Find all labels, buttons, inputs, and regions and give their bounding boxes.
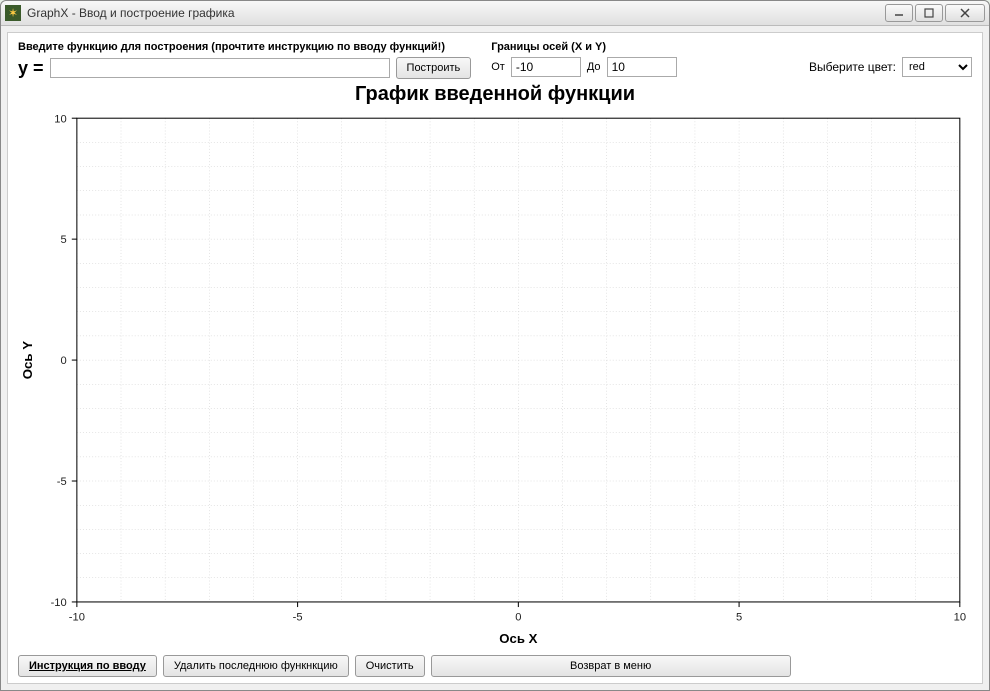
svg-text:0: 0 bbox=[60, 355, 66, 367]
svg-text:10: 10 bbox=[54, 113, 66, 125]
titlebar[interactable]: ✶ GraphX - Ввод и построение графика bbox=[1, 1, 989, 26]
minimize-button[interactable] bbox=[885, 4, 913, 22]
color-select[interactable]: red bbox=[902, 57, 972, 77]
back-to-menu-button[interactable]: Возврат в меню bbox=[431, 655, 791, 677]
svg-text:-10: -10 bbox=[51, 597, 67, 609]
app-icon: ✶ bbox=[5, 5, 21, 21]
build-button[interactable]: Построить bbox=[396, 57, 472, 79]
axis-from-input[interactable] bbox=[511, 57, 581, 77]
function-input[interactable] bbox=[50, 58, 390, 78]
color-group: Выберите цвет: red bbox=[809, 41, 972, 77]
clear-button[interactable]: Очистить bbox=[355, 655, 425, 677]
function-label: Введите функцию для построения (прочтите… bbox=[18, 41, 471, 53]
content-panel: Введите функцию для построения (прочтите… bbox=[7, 32, 983, 684]
axis-group: Границы осей (X и Y) От До bbox=[491, 41, 676, 77]
function-group: Введите функцию для построения (прочтите… bbox=[18, 41, 471, 79]
input-row: Введите функцию для построения (прочтите… bbox=[18, 41, 972, 79]
svg-text:Ось Y: Ось Y bbox=[20, 341, 35, 380]
app-window: ✶ GraphX - Ввод и построение графика Вве… bbox=[0, 0, 990, 691]
svg-text:Ось X: Ось X bbox=[499, 631, 537, 646]
bottom-toolbar: Инструкция по вводу Удалить последнюю фу… bbox=[18, 655, 972, 677]
color-label: Выберите цвет: bbox=[809, 60, 896, 74]
chart-svg: -10 -5 0 5 10 -10 -5 0 5 10 Ось X Ось Y bbox=[18, 108, 972, 649]
svg-text:10: 10 bbox=[954, 611, 966, 623]
axis-bounds-label: Границы осей (X и Y) bbox=[491, 41, 676, 53]
chart-area: -10 -5 0 5 10 -10 -5 0 5 10 Ось X Ось Y bbox=[18, 108, 972, 649]
svg-text:-5: -5 bbox=[57, 476, 67, 488]
svg-text:0: 0 bbox=[515, 611, 521, 623]
svg-text:5: 5 bbox=[736, 611, 742, 623]
to-label: До bbox=[587, 61, 601, 73]
maximize-button[interactable] bbox=[915, 4, 943, 22]
instructions-button[interactable]: Инструкция по вводу bbox=[18, 655, 157, 677]
chart-title: График введенной функции bbox=[18, 83, 972, 106]
window-title: GraphX - Ввод и построение графика bbox=[27, 6, 885, 20]
from-label: От bbox=[491, 61, 505, 73]
close-button[interactable] bbox=[945, 4, 985, 22]
delete-last-button[interactable]: Удалить последнюю функнкцию bbox=[163, 655, 349, 677]
svg-text:-5: -5 bbox=[293, 611, 303, 623]
y-equals-label: y = bbox=[18, 58, 44, 79]
svg-text:-10: -10 bbox=[69, 611, 85, 623]
svg-text:5: 5 bbox=[60, 234, 66, 246]
window-controls bbox=[885, 4, 985, 22]
axis-to-input[interactable] bbox=[607, 57, 677, 77]
